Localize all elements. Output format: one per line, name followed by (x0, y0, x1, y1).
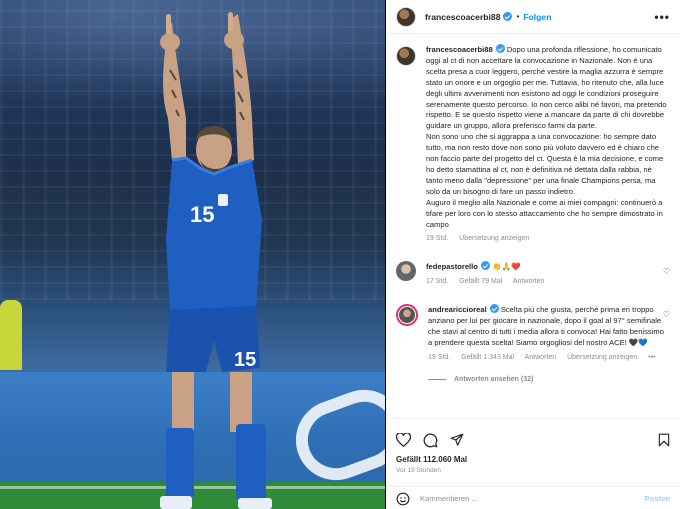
shorts-number: 15 (234, 349, 256, 371)
caption-username[interactable]: francescoacerbi88 (426, 45, 493, 54)
comment-item: fedepastorello 👏🙏❤️ 17 Std. Gefällt 79 M… (396, 261, 670, 288)
comment-reply-button[interactable]: Antworten (525, 354, 557, 361)
comment-likes[interactable]: Gefällt 79 Mal (459, 278, 502, 285)
verified-icon (480, 261, 490, 271)
view-replies[interactable]: Antworten ansehen (32) (428, 376, 670, 383)
caption-avatar[interactable] (396, 46, 416, 66)
caption-translate-button[interactable]: Übersetzung anzeigen (459, 235, 529, 242)
author-username[interactable]: francescoacerbi88 (425, 12, 500, 22)
verified-icon (503, 12, 513, 21)
comments-scroll-area[interactable]: francescoacerbi88 Dopo una profonda rifl… (386, 34, 680, 418)
comment-reply-button[interactable]: Antworten (513, 278, 545, 285)
add-comment-bar: Kommentieren ... Posten (386, 486, 680, 509)
comment-icon[interactable] (423, 433, 438, 448)
comment-more-icon[interactable]: ••• (648, 354, 655, 361)
comment-body: andreariccioreal Scelta più che giusta, … (428, 304, 670, 364)
verified-icon (489, 304, 499, 314)
caption-paragraph-2: Non sono uno che si aggrappa a una convo… (426, 132, 664, 196)
caption-time: 19 Std. (426, 235, 449, 243)
comment-like-heart-icon[interactable]: ♡ (663, 310, 670, 319)
separator-dot: • (516, 12, 520, 21)
jersey-number: 15 (190, 202, 214, 227)
post-actions: Gefällt 112.060 Mal Vor 19 Stunden Komme… (386, 418, 680, 509)
comment-meta: 19 Std. Gefällt 1.343 Mal Antworten Über… (428, 353, 670, 364)
player-figure: 15 15 (160, 12, 272, 509)
post-caption: francescoacerbi88 Dopo una profonda rifl… (396, 44, 670, 245)
caption-body: francescoacerbi88 Dopo una profonda rifl… (426, 44, 670, 245)
replies-line (428, 378, 446, 380)
caption-paragraph-1: Dopo una profonda riflessione, ho comuni… (426, 45, 667, 131)
comment-meta: 17 Std. Gefällt 79 Mal Antworten (426, 277, 668, 288)
comment-time: 19 Std. (428, 353, 451, 361)
more-options-icon[interactable]: ••• (654, 10, 670, 24)
comment-text: 👏🙏❤️ (492, 262, 521, 272)
heart-icon[interactable] (396, 433, 411, 447)
comment-input[interactable]: Kommentieren ... (420, 494, 478, 503)
comment-time: 17 Std. (426, 278, 449, 286)
follow-button[interactable]: Folgen (523, 12, 551, 22)
emoji-icon[interactable] (396, 492, 410, 506)
view-replies-label[interactable]: Antworten ansehen (32) (454, 376, 533, 383)
action-icons (386, 419, 680, 451)
post-panel: francescoacerbi88 • Folgen ••• francesco… (386, 0, 680, 509)
share-icon[interactable] (450, 433, 464, 447)
post-image: 15 15 (0, 0, 385, 509)
verified-icon (495, 44, 505, 53)
comment-item: andreariccioreal Scelta più che giusta, … (396, 304, 670, 364)
comment-likes[interactable]: Gefällt 1.343 Mal (461, 354, 514, 361)
comment-body: fedepastorello 👏🙏❤️ 17 Std. Gefällt 79 M… (426, 261, 668, 288)
comment-like-heart-icon[interactable]: ♡ (663, 267, 670, 276)
post-timestamp: Vor 19 Stunden (396, 467, 441, 474)
commenter-username[interactable]: fedepastorello (426, 262, 478, 271)
commenter-avatar[interactable] (396, 261, 416, 282)
caption-meta: 19 Std. Übersetzung anzeigen (426, 234, 670, 245)
author-avatar[interactable] (396, 6, 416, 27)
post-header: francescoacerbi88 • Folgen ••• (386, 0, 680, 34)
bookmark-icon[interactable] (658, 433, 670, 447)
likes-count[interactable]: Gefällt 112.060 Mal (386, 451, 680, 464)
commenter-avatar-story-ring[interactable] (396, 304, 418, 327)
post-comment-button[interactable]: Posten (645, 494, 670, 503)
comment-translate-button[interactable]: Übersetzung anzeigen (567, 354, 637, 361)
commenter-username[interactable]: andreariccioreal (428, 305, 487, 314)
caption-paragraph-3: Auguro il meglio alla Nazionale e come a… (426, 197, 663, 229)
